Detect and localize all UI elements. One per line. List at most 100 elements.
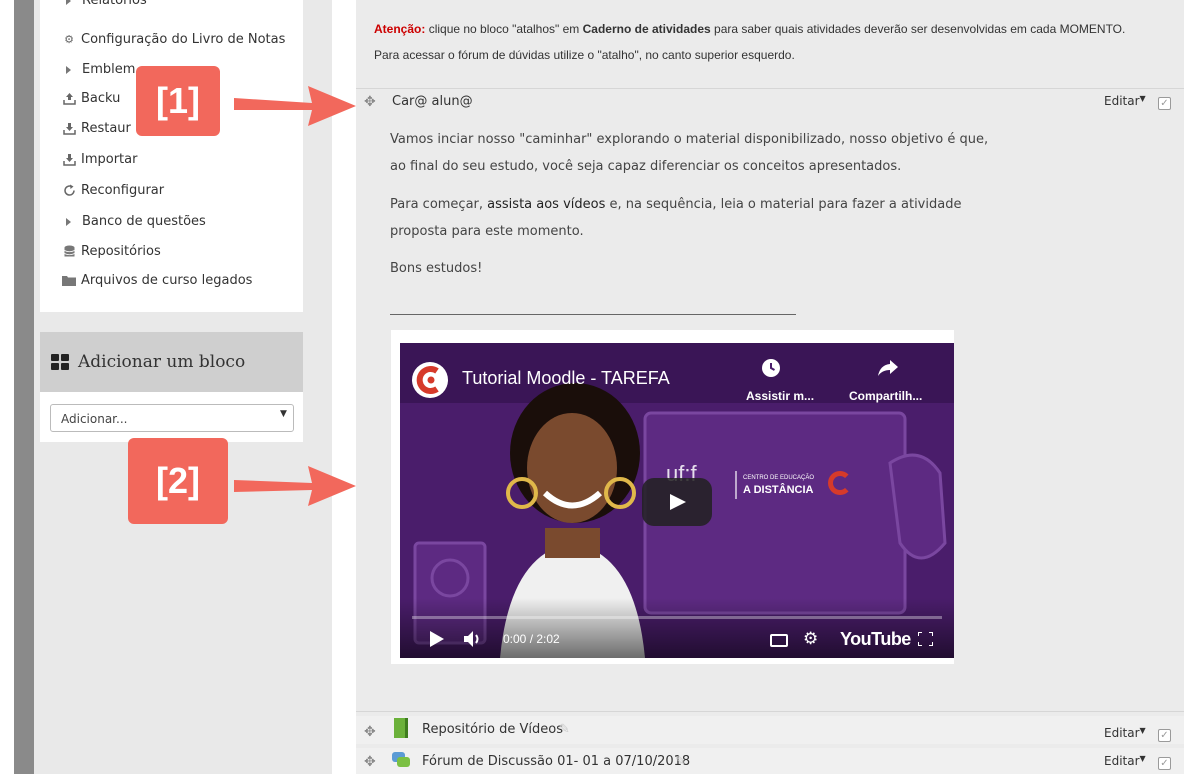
notice-line-1: Atenção: clique no bloco "atalhos" em Ca… [374,22,1125,36]
video-title[interactable]: Tutorial Moodle - TAREFA [462,368,670,389]
folder-icon [62,274,76,288]
nav-item-backup[interactable]: Backu [62,91,120,106]
nav-item-relatorios[interactable]: Relatórios [62,0,147,8]
pencil-icon[interactable]: ✎ [675,754,686,769]
section-text: Para começar, assista aos vídeos e, na s… [390,197,961,212]
nav-item-label: Banco de questões [82,214,206,229]
nav-item-label: Restaur [81,121,131,136]
expand-arrow-icon [66,0,71,5]
annotation-arrow-icon [232,458,362,518]
chevron-down-icon: ▼ [280,409,287,419]
youtube-logo[interactable]: YouTube [840,629,911,650]
notice-line-2: Para acessar o fórum de dúvidas utilize … [374,48,795,62]
bold-text: assista aos vídeos [487,197,606,212]
subtitles-icon[interactable] [770,634,788,647]
caret-icon: ▼ [1139,726,1146,735]
database-icon [62,245,76,259]
section-text: proposta para este momento. [390,224,584,239]
book-icon [394,718,408,738]
play-button[interactable] [642,478,712,526]
move-icon[interactable]: ✥ [364,724,376,740]
settings-gear-icon[interactable]: ⚙ [803,629,818,649]
nav-item-label: Configuração do Livro de Notas [81,32,286,47]
activity-link[interactable]: Repositório de Vídeos [422,722,563,737]
page-left-edge [0,0,14,774]
nav-item-restaurar[interactable]: Restaur [62,121,131,136]
nav-item-label: Relatórios [82,0,147,8]
edit-menu[interactable]: Editar▼ [1104,754,1146,768]
caret-icon: ▼ [1139,754,1146,763]
text: e, na sequência, leia o material para fa… [609,197,962,212]
notice-text: clique no bloco "atalhos" em [428,22,580,36]
nav-item-gradebook-config[interactable]: ⚙ Configuração do Livro de Notas [62,32,285,47]
notice-bold-text: Caderno de atividades [582,22,711,36]
edit-label: Editar [1104,754,1140,768]
channel-avatar[interactable] [412,362,448,398]
nav-item-banco-questoes[interactable]: Banco de questões [62,214,206,229]
divider [356,711,1184,712]
nav-item-arquivos-legados[interactable]: Arquivos de curso legados [62,273,252,288]
refresh-icon [62,184,76,198]
watch-later-label[interactable]: Assistir m... [746,389,814,403]
nav-item-emblemas[interactable]: Emblem [62,62,135,77]
separator-line [390,314,796,315]
add-block-select[interactable]: Adicionar... [50,404,294,432]
nav-item-label: Importar [81,152,138,167]
logo-divider [735,471,737,499]
edit-menu[interactable]: Editar▼ [1104,726,1146,740]
gear-icon: ⚙ [64,33,74,46]
section-text: ao final do seu estudo, você seja capaz … [390,159,902,174]
nav-item-reconfigurar[interactable]: Reconfigurar [62,183,164,198]
forum-icon [392,752,410,768]
edit-label: Editar [1104,94,1140,108]
activity-row: ✥ Fórum de Discussão 01- 01 a 07/10/2018… [356,748,1184,774]
divider [356,88,1184,89]
download-icon [62,122,76,136]
nav-item-label: Repositórios [81,244,161,259]
nav-item-label: Backu [81,91,121,106]
upload-icon [62,92,76,106]
download-icon [62,153,76,167]
expand-arrow-icon [66,65,71,74]
cead-big-text: A DISTÂNCIA [743,484,814,496]
move-icon[interactable]: ✥ [364,754,376,770]
add-block-title: Adicionar um bloco [78,352,246,372]
play-icon[interactable] [430,631,444,651]
page-left-border [14,0,34,774]
move-icon[interactable]: ✥ [364,94,376,110]
video-time: 0:00 / 2:02 [503,632,560,646]
cead-logo-icon [828,471,852,495]
caret-icon: ▼ [1139,94,1146,103]
administration-block: Relatórios ⚙ Configuração do Livro de No… [40,0,303,312]
fullscreen-icon[interactable] [917,631,934,650]
blocks-icon [51,354,69,371]
expand-arrow-icon [66,217,71,226]
nav-item-repositorios[interactable]: Repositórios [62,244,161,259]
annotation-arrow-icon [232,78,362,138]
completion-checkbox[interactable]: ✓ [1158,97,1171,110]
share-icon[interactable] [878,359,898,381]
clock-icon[interactable] [762,359,780,377]
cead-small-text: CENTRO DE EDUCAÇÃO [743,475,815,481]
notice-text: Para acessar o [374,48,455,62]
nav-item-label: Arquivos de curso legados [81,273,253,288]
progress-bar[interactable] [412,616,942,619]
completion-checkbox[interactable]: ✓ [1158,757,1171,770]
nav-item-importar[interactable]: Importar [62,152,137,167]
edit-label: Editar [1104,726,1140,740]
share-label[interactable]: Compartilh... [849,389,922,403]
volume-icon[interactable] [464,630,484,652]
activity-link[interactable]: Fórum de Discussão 01- 01 a 07/10/2018 [422,754,690,769]
notice-text: para saber quais atividades deverão ser … [714,22,1126,36]
youtube-video[interactable]: Tutorial Moodle - TAREFA Assistir m... C… [400,343,954,658]
notice-text: utilize o "atalho", no canto superior es… [553,48,795,62]
section-title: Car@ alun@ [392,94,473,109]
section-text: Bons estudos! [390,261,483,276]
attention-label: Atenção: [374,22,426,36]
nav-item-label: Reconfigurar [81,183,165,198]
notice-bold-text: fórum de dúvidas [458,48,551,62]
completion-checkbox[interactable]: ✓ [1158,729,1171,742]
section-text: Vamos inciar nosso "caminhar" explorando… [390,132,989,147]
edit-menu[interactable]: Editar▼ [1104,94,1146,108]
pencil-icon[interactable]: ✎ [559,722,570,737]
